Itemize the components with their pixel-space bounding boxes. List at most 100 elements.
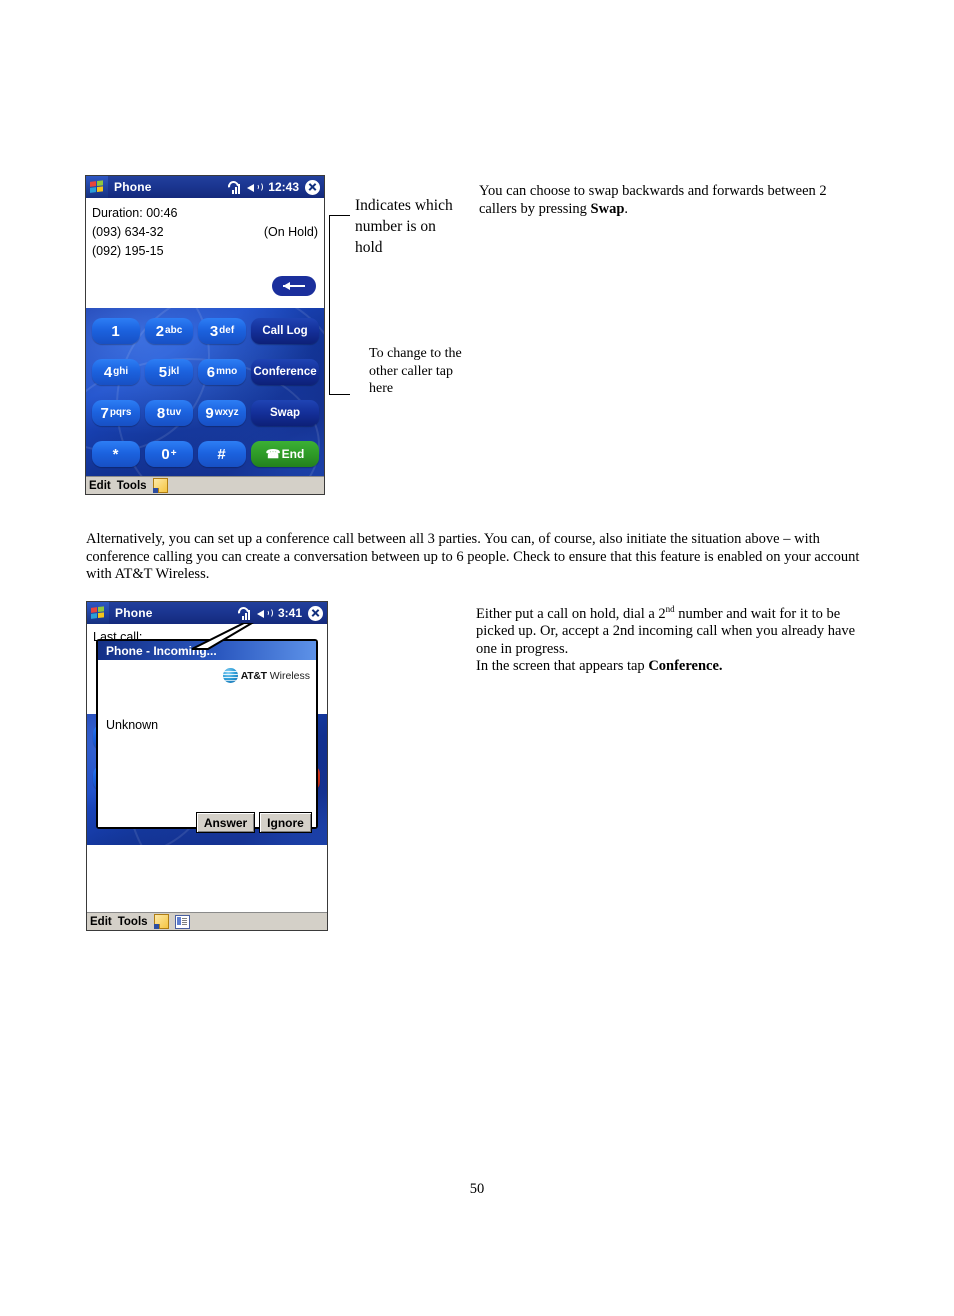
dial-keypad: 1 2 abc 3 def Call Log 4 ghi 5 jkl 6 mno… bbox=[86, 308, 324, 479]
annotation-leader-line-swap bbox=[329, 394, 350, 395]
taskbar-tools-menu[interactable]: Tools bbox=[118, 916, 148, 928]
end-label: End bbox=[281, 447, 305, 461]
back-arrow-icon bbox=[283, 281, 305, 290]
caller-1-hold-status: (On Hold) bbox=[263, 225, 318, 239]
key-digit: 3 bbox=[209, 322, 219, 340]
annotation-leader-line-vertical bbox=[329, 215, 330, 395]
key-digit: 8 bbox=[156, 404, 166, 422]
signal-icon[interactable] bbox=[235, 604, 252, 620]
back-arrow-button[interactable] bbox=[272, 276, 316, 296]
key-9[interactable]: 9 wxyz bbox=[198, 400, 246, 426]
handset-icon: ☎ bbox=[265, 446, 281, 461]
annotation-swap-note: To change to the other caller tap here bbox=[369, 346, 462, 396]
call-duration: Duration: 00:46 bbox=[92, 206, 178, 220]
key-8[interactable]: 8 tuv bbox=[145, 400, 193, 426]
caller-1-number: (093) 634-32 bbox=[92, 225, 164, 239]
signal-icon[interactable] bbox=[226, 178, 242, 194]
key-0[interactable]: 0 + bbox=[145, 441, 193, 467]
key-letters: ghi bbox=[113, 366, 129, 377]
windows-flag-icon bbox=[90, 605, 106, 621]
paragraph-swap-bold: Swap bbox=[590, 200, 625, 217]
key-letters: jkl bbox=[168, 366, 180, 377]
key-6[interactable]: 6 mno bbox=[198, 359, 246, 385]
annotation-hold-note: Indicates which number is on hold bbox=[355, 197, 453, 256]
att-brand-suffix: Wireless bbox=[269, 669, 310, 682]
windows-flag-icon bbox=[89, 179, 105, 195]
key-2[interactable]: 2 abc bbox=[145, 318, 193, 344]
dialog-callout-tail bbox=[191, 623, 254, 650]
titlebar-clock[interactable]: 3:41 bbox=[278, 606, 302, 620]
windows-start-icon[interactable] bbox=[86, 176, 108, 198]
key-digit: 4 bbox=[103, 363, 113, 381]
taskbar-edit-menu[interactable]: Edit bbox=[90, 916, 112, 928]
end-call-button[interactable]: ☎ End bbox=[251, 441, 319, 467]
key-letters: def bbox=[219, 325, 235, 336]
capture-icon[interactable] bbox=[174, 914, 190, 929]
att-globe-icon bbox=[222, 668, 238, 683]
key-star[interactable]: * bbox=[92, 441, 140, 467]
key-4[interactable]: 4 ghi bbox=[92, 359, 140, 385]
phone-screenshot-in-call: Phone 12:43 Duration: 00:46 (093) 634-32… bbox=[85, 175, 325, 495]
call-log-button[interactable]: Call Log bbox=[251, 318, 319, 344]
key-digit: 9 bbox=[205, 404, 214, 422]
paragraph-conference-intro: Alternatively, you can set up a conferen… bbox=[86, 531, 860, 582]
key-7[interactable]: 7 pqrs bbox=[92, 400, 140, 426]
page-number: 50 bbox=[469, 1181, 485, 1197]
titlebar-status-area: 3:41 bbox=[235, 604, 327, 621]
annotation-leader-line-hold bbox=[329, 215, 350, 216]
titlebar-status-area: 12:43 bbox=[226, 178, 324, 195]
incoming-call-dialog: Phone - Incoming... AT&T Wireless Unknow… bbox=[96, 639, 318, 833]
key-digit: 0 bbox=[161, 445, 170, 463]
key-5[interactable]: 5 jkl bbox=[145, 359, 193, 385]
key-digit: # bbox=[217, 445, 226, 463]
key-letters: + bbox=[170, 448, 177, 459]
conference-button[interactable]: Conference bbox=[251, 359, 319, 385]
key-digit: 5 bbox=[158, 363, 168, 381]
titlebar-app-title: Phone bbox=[115, 606, 153, 620]
windows-start-icon[interactable] bbox=[87, 602, 109, 624]
att-brand-name: AT&T bbox=[240, 669, 267, 682]
note-icon[interactable] bbox=[153, 914, 169, 929]
caller-2-number: (092) 195-15 bbox=[92, 244, 164, 258]
titlebar-app-title: Phone bbox=[114, 180, 152, 194]
paragraph-incoming-superscript: nd bbox=[665, 604, 675, 614]
key-digit: 6 bbox=[206, 363, 216, 381]
speaker-icon[interactable] bbox=[247, 181, 264, 194]
paragraph-swap: You can choose to swap backwards and for… bbox=[479, 183, 851, 218]
answer-button[interactable]: Answer bbox=[196, 812, 255, 833]
key-1[interactable]: 1 bbox=[92, 318, 140, 344]
key-letters: tuv bbox=[166, 407, 182, 418]
conference-label: Conference bbox=[253, 366, 317, 378]
paragraph-incoming-bold: Conference. bbox=[648, 658, 723, 675]
titlebar-clock[interactable]: 12:43 bbox=[268, 180, 299, 194]
titlebar: Phone 12:43 bbox=[86, 176, 324, 198]
soft-taskbar: Edit Tools bbox=[86, 476, 324, 494]
key-letters: wxyz bbox=[214, 407, 239, 418]
close-icon[interactable] bbox=[305, 179, 320, 195]
key-3[interactable]: 3 def bbox=[198, 318, 246, 344]
dialog-body: AT&T Wireless Unknown Answer Ignore bbox=[98, 660, 316, 833]
paragraph-swap-text-b: . bbox=[624, 200, 629, 217]
taskbar-tools-menu[interactable]: Tools bbox=[117, 480, 147, 492]
key-letters: pqrs bbox=[109, 407, 132, 418]
taskbar-edit-menu[interactable]: Edit bbox=[89, 480, 111, 492]
key-digit: 7 bbox=[100, 404, 109, 422]
paragraph-incoming-instructions: Either put a call on hold, dial a 2nd nu… bbox=[476, 601, 866, 676]
ignore-button[interactable]: Ignore bbox=[259, 812, 312, 833]
key-hash[interactable]: # bbox=[198, 441, 246, 467]
swap-label: Swap bbox=[269, 407, 301, 419]
soft-taskbar: Edit Tools bbox=[87, 912, 327, 930]
paragraph-swap-text-a: You can choose to swap backwards and for… bbox=[479, 183, 827, 217]
key-digit: 1 bbox=[111, 322, 120, 340]
speaker-icon[interactable] bbox=[256, 607, 273, 620]
att-wireless-logo: AT&T Wireless bbox=[222, 668, 310, 683]
swap-button[interactable]: Swap bbox=[251, 400, 319, 426]
key-digit: * bbox=[112, 445, 119, 463]
titlebar: Phone 3:41 bbox=[87, 602, 327, 624]
key-digit: 2 bbox=[155, 322, 165, 340]
call-log-label: Call Log bbox=[262, 325, 308, 337]
close-icon[interactable] bbox=[308, 605, 323, 621]
key-letters: mno bbox=[216, 366, 238, 377]
paragraph-incoming-text-a: Either put a call on hold, dial a 2 bbox=[476, 605, 666, 622]
note-icon[interactable] bbox=[152, 478, 168, 493]
